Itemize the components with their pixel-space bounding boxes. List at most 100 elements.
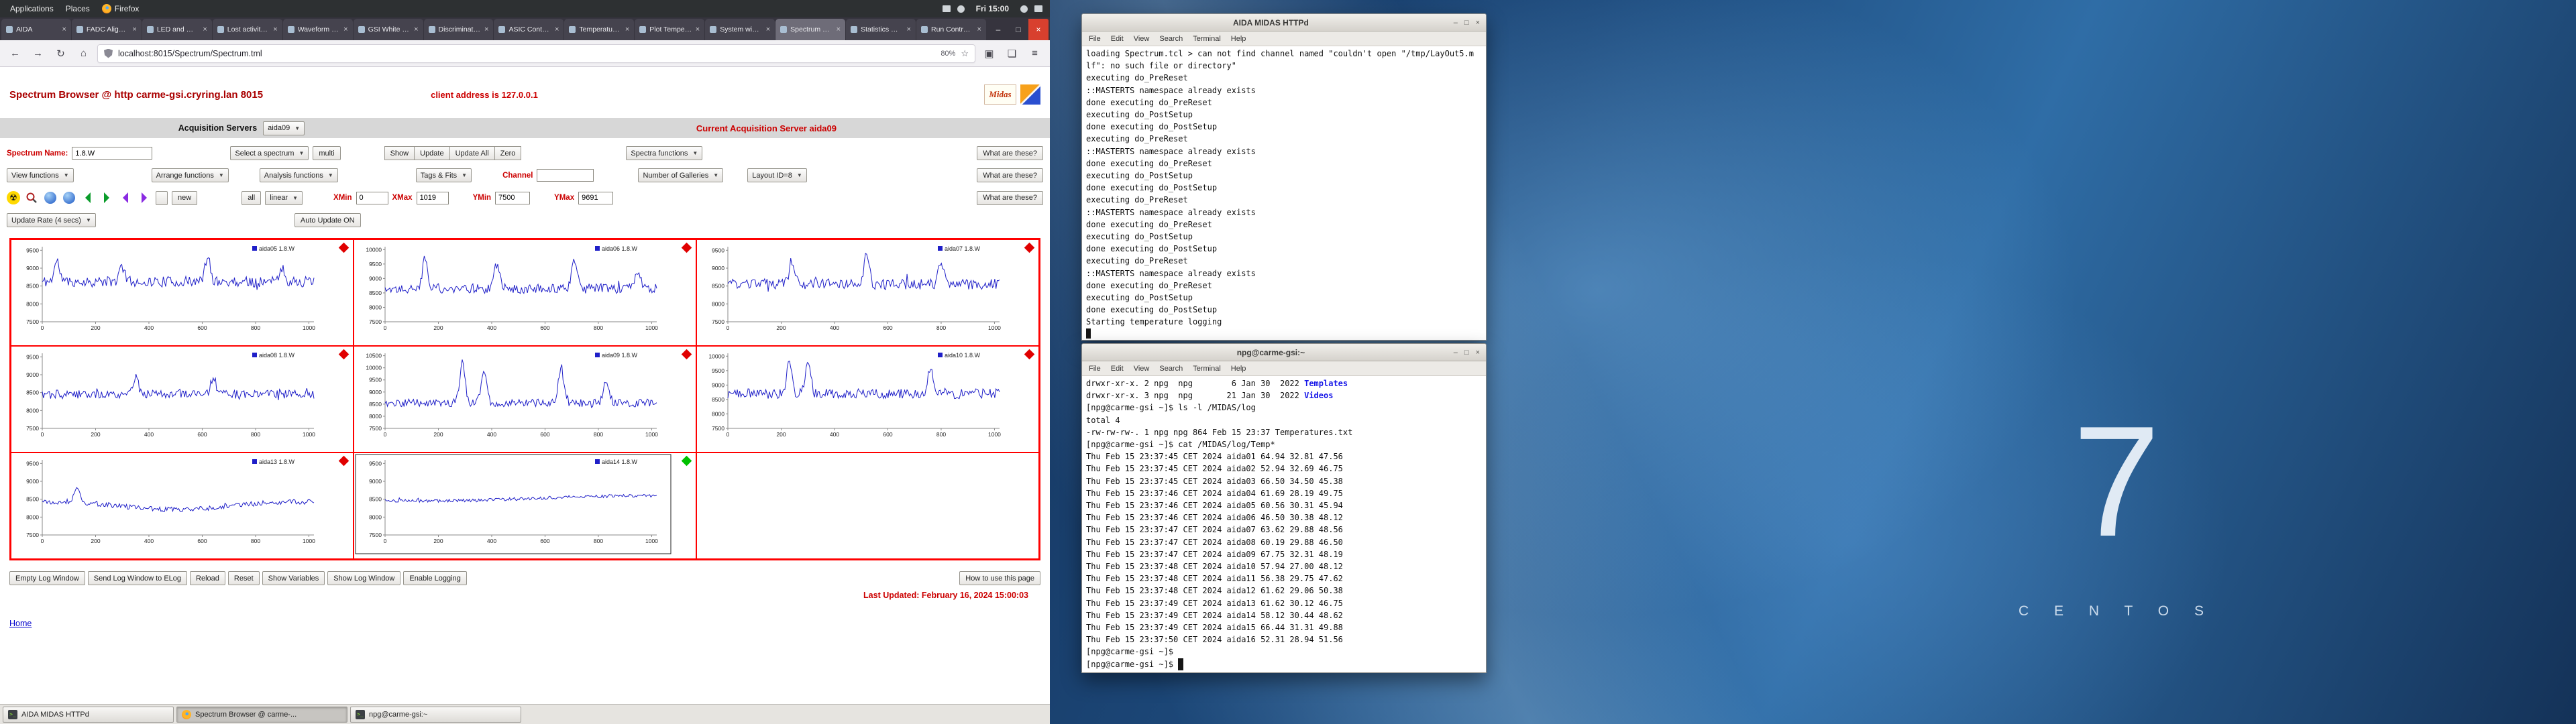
url-bar[interactable]: localhost:8015/Spectrum/Spectrum.tml 80%… xyxy=(97,44,975,63)
maximize-button[interactable]: □ xyxy=(1464,349,1469,357)
zero-button[interactable]: Zero xyxy=(494,146,522,160)
what-are-these-button-1[interactable]: What are these? xyxy=(977,146,1043,160)
terminal-titlebar[interactable]: AIDA MIDAS HTTPd – □ × xyxy=(1082,14,1486,32)
browser-tab[interactable]: GSI White Rab...× xyxy=(354,19,423,40)
browser-tab[interactable]: ASIC Control @...× xyxy=(494,19,564,40)
tab-close-icon[interactable]: × xyxy=(625,25,629,34)
browser-tab[interactable]: Temperature a...× xyxy=(564,19,634,40)
spectrum-plot-cell[interactable]: 7500800085009000950002004006008001000aid… xyxy=(11,346,354,452)
footer-button[interactable]: Reset xyxy=(228,571,260,585)
footer-button[interactable]: Show Log Window xyxy=(327,571,400,585)
zoom-magnifier-icon[interactable] xyxy=(24,190,39,205)
minimize-button[interactable]: – xyxy=(1454,349,1458,357)
browser-tab[interactable]: AIDA× xyxy=(1,19,71,40)
layout-id-dropdown[interactable]: Layout ID=8▼ xyxy=(747,168,807,182)
footer-button[interactable]: Send Log Window to ELog xyxy=(88,571,187,585)
radiation-icon[interactable]: ☢ xyxy=(7,191,20,204)
terminal-menu-item[interactable]: Terminal xyxy=(1193,35,1221,43)
firefox-launcher[interactable]: Firefox xyxy=(96,0,146,17)
new-button[interactable]: new xyxy=(172,191,197,205)
terminal-menu-item[interactable]: File xyxy=(1089,365,1101,373)
terminal-output[interactable]: loading Spectrum.tcl > can not find chan… xyxy=(1082,46,1486,339)
browser-tab[interactable]: Discriminator ...× xyxy=(424,19,494,40)
tab-close-icon[interactable]: × xyxy=(62,25,66,34)
maximize-button[interactable]: □ xyxy=(1008,19,1028,40)
terminal-menu-item[interactable]: View xyxy=(1134,365,1150,373)
acquisition-server-dropdown[interactable]: aida09▼ xyxy=(263,121,305,135)
bookmark-star-icon[interactable]: ☆ xyxy=(961,48,969,59)
close-button[interactable]: × xyxy=(1476,19,1480,27)
back-green-arrow-icon[interactable] xyxy=(80,190,95,205)
footer-button[interactable]: Enable Logging xyxy=(403,571,466,585)
xmax-input[interactable] xyxy=(417,192,449,204)
taskbar-window-button[interactable]: >_AIDA MIDAS HTTPd xyxy=(3,707,174,723)
select-spectrum-dropdown[interactable]: Select a spectrum▼ xyxy=(230,146,309,160)
volume-icon[interactable] xyxy=(957,5,965,13)
footer-button[interactable]: Show Variables xyxy=(262,571,325,585)
home-link[interactable]: Home xyxy=(9,619,32,628)
terminal-menu-item[interactable]: File xyxy=(1089,35,1101,43)
browser-tab[interactable]: Statistics @ ca...× xyxy=(846,19,916,40)
maximize-button[interactable]: □ xyxy=(1464,19,1469,27)
tab-close-icon[interactable]: × xyxy=(273,25,277,34)
number-of-galleries-dropdown[interactable]: Number of Galleries▼ xyxy=(638,168,723,182)
menu-hamburger-icon[interactable]: ≡ xyxy=(1026,44,1044,62)
ymax-input[interactable] xyxy=(578,192,613,204)
panel-clock[interactable]: Fri 15:00 xyxy=(968,4,1017,13)
terminal-menu-item[interactable]: Terminal xyxy=(1193,365,1221,373)
terminal-menu-item[interactable]: Help xyxy=(1231,35,1246,43)
forward-icon[interactable]: → xyxy=(29,44,47,62)
spectrum-name-input[interactable] xyxy=(72,147,152,160)
back-icon[interactable]: ← xyxy=(6,44,24,62)
browser-tab[interactable]: LED and Wavef...× xyxy=(142,19,212,40)
zoom-level[interactable]: 80% xyxy=(941,50,955,58)
channel-input[interactable] xyxy=(537,169,594,182)
terminal-menu-item[interactable]: Search xyxy=(1159,35,1183,43)
close-button[interactable]: × xyxy=(1028,19,1049,40)
footer-button[interactable]: Empty Log Window xyxy=(9,571,85,585)
library-icon[interactable]: ❏ xyxy=(1003,44,1021,62)
tab-close-icon[interactable]: × xyxy=(977,25,981,34)
tab-close-icon[interactable]: × xyxy=(907,25,911,34)
auto-update-button[interactable]: Auto Update ON xyxy=(294,213,361,227)
back-violet-arrow-icon[interactable] xyxy=(118,190,133,205)
blue-sphere-icon-2[interactable] xyxy=(62,190,76,205)
spectrum-plot-cell[interactable]: 7500800085009000950002004006008001000aid… xyxy=(354,452,696,559)
minimize-button[interactable]: – xyxy=(1454,19,1458,27)
ymin-input[interactable] xyxy=(495,192,530,204)
tab-close-icon[interactable]: × xyxy=(696,25,700,34)
terminal-titlebar[interactable]: npg@carme-gsi:~ – □ × xyxy=(1082,344,1486,361)
tab-close-icon[interactable]: × xyxy=(766,25,770,34)
small-tool-button[interactable] xyxy=(156,191,168,205)
applications-menu[interactable]: Applications xyxy=(4,0,60,17)
spectrum-plot-cell[interactable]: 7500800085009000950010000020040060080010… xyxy=(354,239,696,346)
extensions-icon[interactable]: ▣ xyxy=(980,44,998,62)
spectrum-plot-cell[interactable]: 7500800085009000950002004006008001000aid… xyxy=(696,239,1039,346)
multi-button[interactable]: multi xyxy=(313,146,340,160)
terminal-menu-item[interactable]: View xyxy=(1134,35,1150,43)
places-menu[interactable]: Places xyxy=(60,0,96,17)
blue-sphere-icon-1[interactable] xyxy=(43,190,58,205)
terminal-menu-item[interactable]: Search xyxy=(1159,365,1183,373)
browser-tab[interactable]: Run Control @...× xyxy=(916,19,986,40)
update-button[interactable]: Update xyxy=(414,146,449,160)
how-to-use-button[interactable]: How to use this page xyxy=(959,571,1040,585)
spectrum-plot-cell[interactable]: 7500800085009000950010000105000200400600… xyxy=(354,346,696,452)
minimize-button[interactable]: – xyxy=(988,19,1008,40)
browser-tab[interactable]: Spectrum Bro...× xyxy=(775,19,845,40)
tab-close-icon[interactable]: × xyxy=(555,25,559,34)
close-button[interactable]: × xyxy=(1476,349,1480,357)
terminal-menu-item[interactable]: Help xyxy=(1231,365,1246,373)
url-text[interactable]: localhost:8015/Spectrum/Spectrum.tml xyxy=(118,49,935,58)
power-icon[interactable] xyxy=(1034,5,1042,12)
terminal-output[interactable]: drwxr-xr-x. 2 npg npg 6 Jan 30 2022 Temp… xyxy=(1082,376,1486,671)
update-all-button[interactable]: Update All xyxy=(449,146,495,160)
taskbar-window-button[interactable]: >_npg@carme-gsi:~ xyxy=(350,707,521,723)
terminal-menu-item[interactable]: Edit xyxy=(1111,35,1124,43)
taskbar-window-button[interactable]: Spectrum Browser @ carme-... xyxy=(176,707,347,723)
footer-button[interactable]: Reload xyxy=(190,571,225,585)
xmin-input[interactable] xyxy=(356,192,388,204)
tab-close-icon[interactable]: × xyxy=(837,25,841,34)
tab-close-icon[interactable]: × xyxy=(132,25,136,34)
browser-tab[interactable]: Lost activity m...× xyxy=(213,19,282,40)
